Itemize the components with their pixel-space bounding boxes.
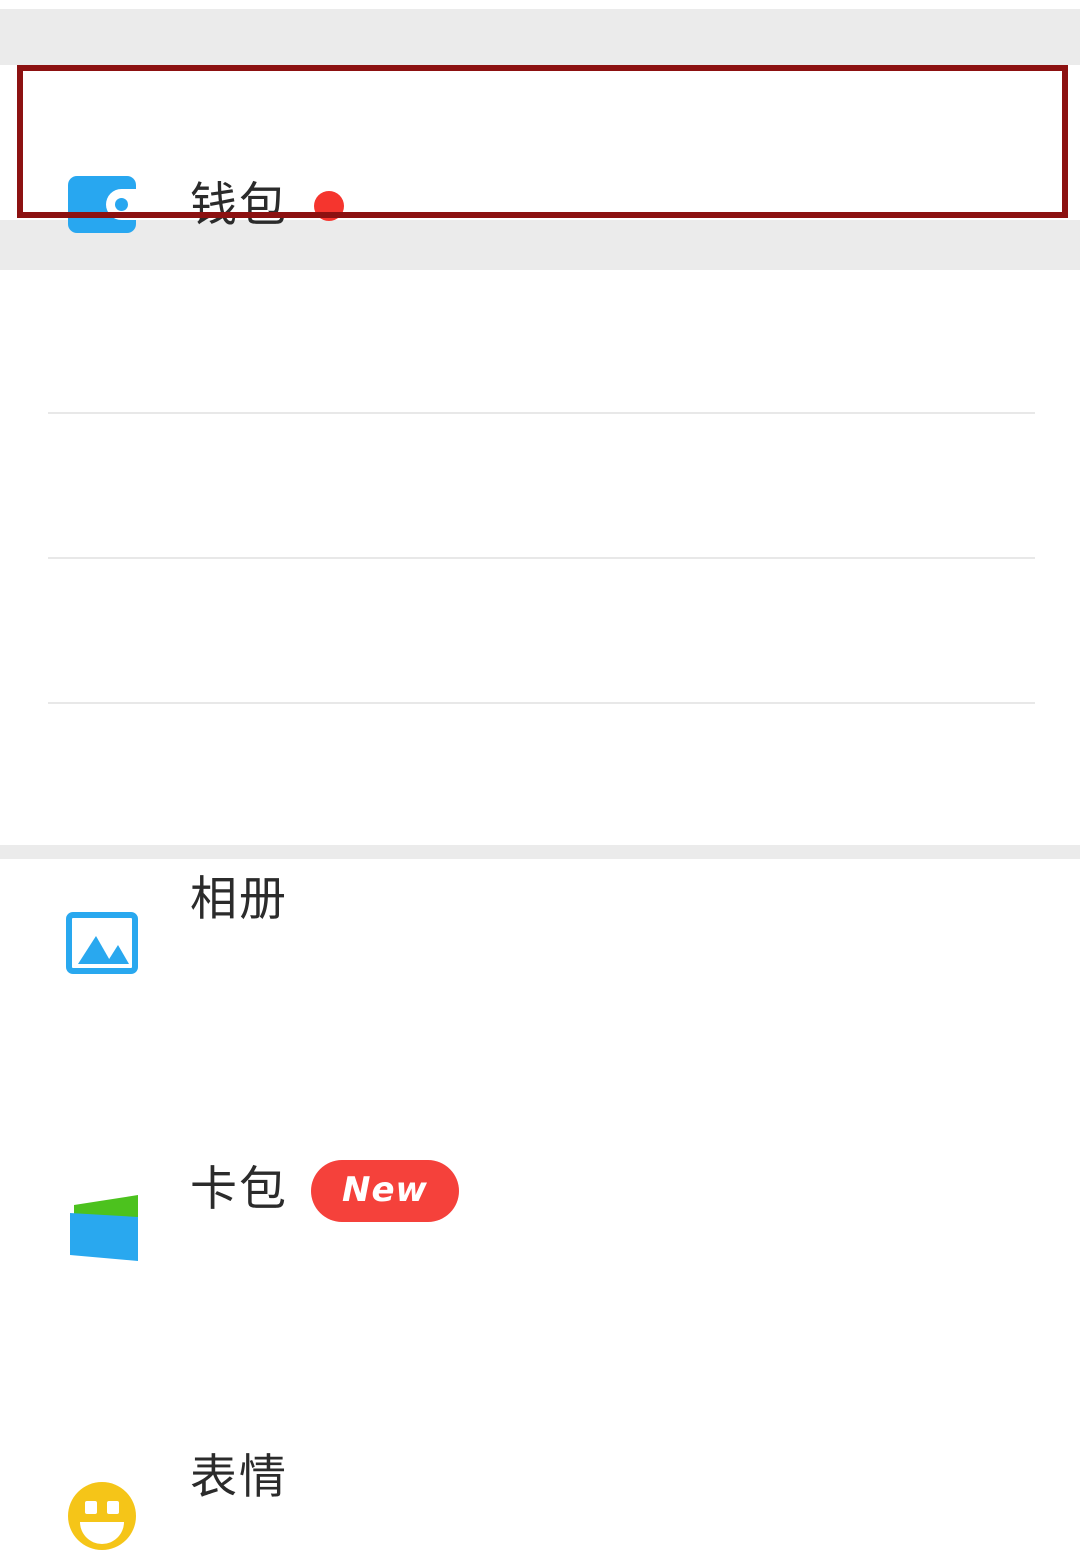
list-item-favorites[interactable]: 收藏 [0, 270, 1080, 681]
list-item-album[interactable]: 相册 [0, 414, 1080, 974]
list-item-card-package-label: 卡包 [190, 1162, 288, 1217]
list-item-album-label: 相册 [190, 872, 288, 927]
photo-icon [66, 911, 138, 974]
top-gray-background-band [0, 9, 1080, 65]
app-screen: 钱包 收藏 相册 [0, 0, 1080, 1550]
emoji-icon [67, 1481, 136, 1550]
wallet-row-label: 钱包 [190, 178, 288, 233]
new-badge: New [311, 1160, 459, 1222]
top-white-strip [0, 0, 1080, 9]
wallet-row[interactable]: 钱包 [0, 65, 1080, 233]
wallet-icon-clasp [106, 189, 137, 220]
bottom-gray-background-band [0, 845, 1080, 859]
section-gap-gray-band [0, 220, 1080, 270]
card-package-icon [66, 1195, 140, 1261]
list-item-card-package[interactable]: 卡包 New [0, 559, 1080, 1261]
list-item-emoji[interactable]: 表情 [0, 704, 1080, 1550]
list-item-emoji-label: 表情 [190, 1450, 288, 1505]
wallet-unread-dot-badge [314, 191, 344, 221]
wallet-icon [68, 176, 137, 233]
